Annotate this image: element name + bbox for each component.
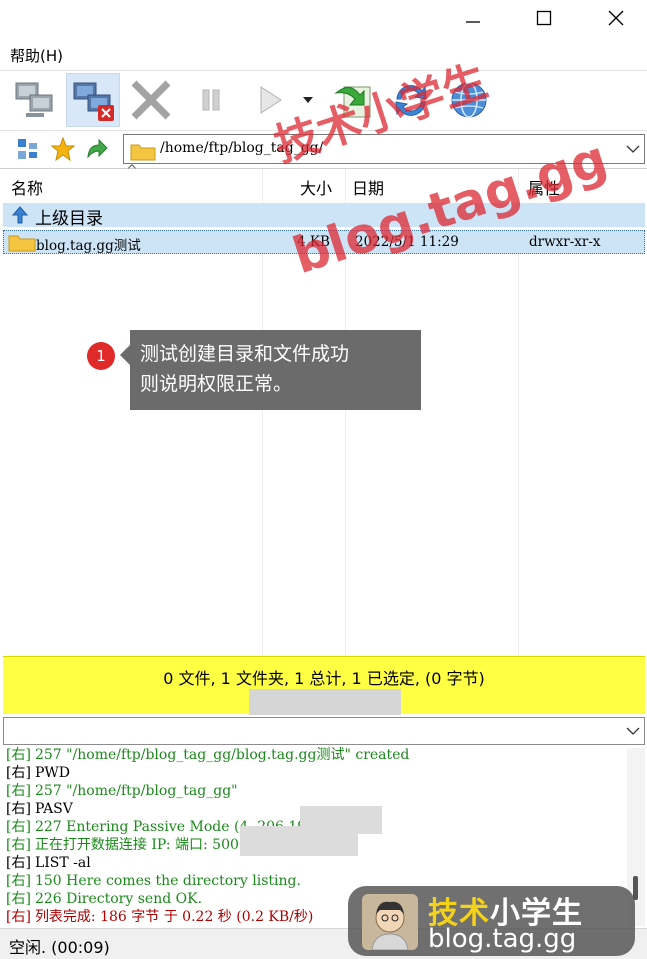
log-tag: [右] xyxy=(6,855,31,871)
tree-icon xyxy=(18,139,37,159)
folder-icon xyxy=(8,235,36,252)
selection-summary: 0 文件, 1 文件夹, 1 总计, 1 已选定, (0 字节) xyxy=(3,656,645,715)
scrollbar-thumb[interactable] xyxy=(633,876,638,900)
avatar-icon xyxy=(362,894,418,950)
log-text: 150 Here comes the directory listing. xyxy=(34,873,301,889)
sort-arrow-icon: ^ xyxy=(126,163,138,179)
pause-button[interactable] xyxy=(184,73,238,127)
log-tag: [右] xyxy=(6,801,31,817)
disconnect-computers-icon xyxy=(73,82,114,121)
connect-button[interactable] xyxy=(8,73,62,127)
chevron-down-icon[interactable] xyxy=(626,144,640,154)
stop-button[interactable] xyxy=(124,73,178,127)
x-icon xyxy=(131,80,171,120)
tree-view-button[interactable] xyxy=(15,136,41,162)
favorites-button[interactable] xyxy=(50,136,76,162)
computers-icon xyxy=(15,82,53,117)
minimize-icon xyxy=(466,21,480,23)
log-line: [右] 150 Here comes the directory listing. xyxy=(6,872,301,890)
summary-text: 0 文件, 1 文件夹, 1 总计, 1 已选定, (0 字节) xyxy=(163,669,485,688)
log-line: [右] 列表完成: 186 字节 于 0.22 秒 (0.2 KB/秒) xyxy=(6,908,313,926)
log-text: 列表完成: 186 字节 于 0.22 秒 (0.2 KB/秒) xyxy=(34,909,314,925)
column-date-header[interactable]: 日期 xyxy=(352,169,384,200)
step-badge: 1 xyxy=(87,342,115,370)
log-text: PWD xyxy=(34,765,70,781)
logo-watermark: 技术小学生 blog.tag.gg xyxy=(348,886,635,956)
command-combobox[interactable] xyxy=(3,717,645,745)
log-line: [右] PASV xyxy=(6,800,73,818)
close-icon xyxy=(608,10,624,26)
column-size-header[interactable]: 大小 xyxy=(300,169,332,200)
row-name: blog.tag.gg测试 xyxy=(36,238,141,254)
log-tag: [右] xyxy=(6,837,31,853)
log-text: 226 Directory send OK. xyxy=(34,891,203,907)
row-name: 上级目录 xyxy=(35,209,103,229)
up-directory-button[interactable] xyxy=(84,136,110,162)
log-line: [右] 正在打开数据连接 IP: 端口: 50008 xyxy=(6,836,257,854)
log-line: [右] PWD xyxy=(6,764,70,782)
log-line: [右] LIST -al xyxy=(6,854,91,872)
log-text: 正在打开数据连接 IP: 端口: 50008 xyxy=(34,837,257,853)
log-tag: [右] xyxy=(6,747,31,763)
log-text: PASV xyxy=(34,801,73,817)
minimize-button[interactable] xyxy=(447,0,499,36)
title-bar xyxy=(0,0,647,38)
tooltip-arrow xyxy=(120,345,130,365)
menu-help[interactable]: 帮助(H) xyxy=(10,45,63,66)
star-icon xyxy=(51,137,75,161)
log-text: 257 "/home/ftp/blog_tag_gg/blog.tag.gg测试… xyxy=(34,747,410,763)
log-line: [右] 257 "/home/ftp/blog_tag_gg" xyxy=(6,782,238,800)
log-text: 257 "/home/ftp/blog_tag_gg" xyxy=(34,783,238,799)
redaction-mask xyxy=(240,826,358,856)
pause-icon xyxy=(202,89,220,111)
status-text: 空闲. (00:09) xyxy=(9,938,110,957)
log-tag: [右] xyxy=(6,765,31,781)
disconnect-button[interactable] xyxy=(66,73,120,127)
maximize-button[interactable] xyxy=(518,0,570,36)
log-tag: [右] xyxy=(6,873,31,889)
maximize-icon xyxy=(536,10,552,26)
summary-panel xyxy=(249,689,401,715)
folder-icon xyxy=(130,144,156,161)
annotation-tooltip: 测试创建目录和文件成功 则说明权限正常。 xyxy=(130,330,421,410)
log-tag: [右] xyxy=(6,819,31,835)
menu-bar: 帮助(H) xyxy=(0,42,647,68)
logo-url: blog.tag.gg xyxy=(428,924,577,954)
annotation-line: 测试创建目录和文件成功 xyxy=(140,343,350,365)
log-tag: [右] xyxy=(6,891,31,907)
annotation-line: 则说明权限正常。 xyxy=(140,373,293,395)
log-line: [右] 257 "/home/ftp/blog_tag_gg/blog.tag.g… xyxy=(6,746,409,764)
up-arrow-icon xyxy=(11,206,29,224)
chevron-down-icon[interactable] xyxy=(626,726,640,736)
close-button[interactable] xyxy=(590,0,642,36)
column-name-header[interactable]: 名称 xyxy=(11,169,43,200)
up-arrow-icon xyxy=(87,138,108,159)
log-text: LIST -al xyxy=(34,855,91,871)
row-attr: drwxr-xr-x xyxy=(529,234,601,250)
log-tag: [右] xyxy=(6,783,31,799)
log-line: [右] 226 Directory send OK. xyxy=(6,890,202,908)
log-tag: [右] xyxy=(6,909,31,925)
